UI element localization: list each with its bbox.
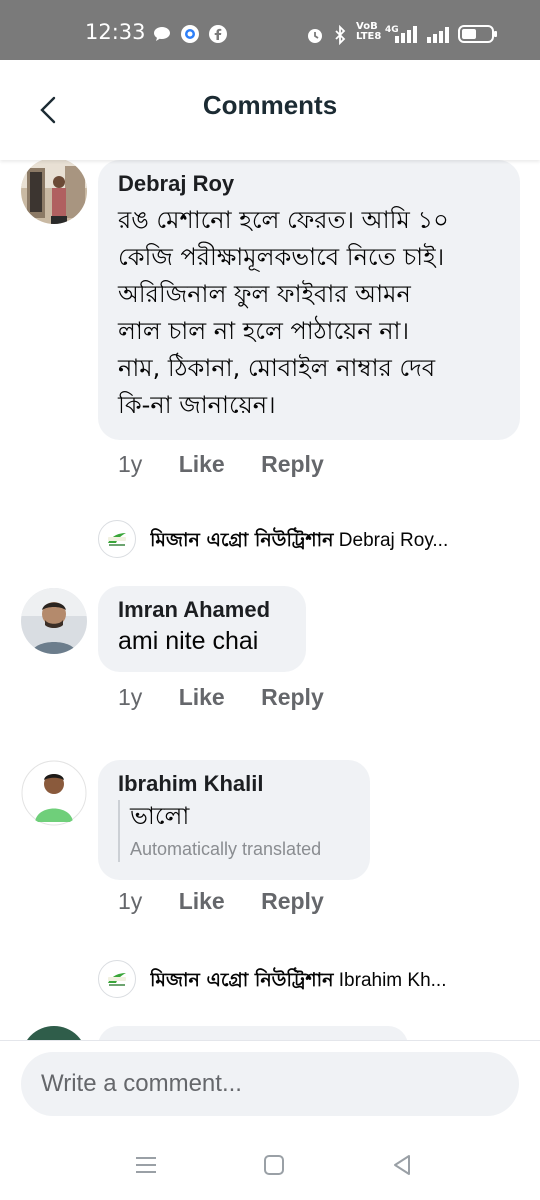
reply-button[interactable]: Reply [261, 684, 324, 711]
translation-note[interactable]: Automatically translated [130, 836, 350, 862]
reply-page-name[interactable]: মিজান এগ্রো নিউট্রিশান [150, 529, 334, 551]
translated-block: ভালো Automatically translated [118, 800, 350, 862]
chat-bubble-icon [154, 27, 170, 41]
comment-composer [0, 1040, 540, 1130]
signal-4g-icon: 4G [385, 25, 417, 43]
like-button[interactable]: Like [179, 684, 225, 711]
comment-author[interactable]: Debraj Roy [118, 170, 500, 198]
comment-input[interactable] [21, 1052, 519, 1116]
comment-bubble[interactable]: Ibrahim Khalil ভালো Automatically transl… [98, 760, 370, 880]
avatar[interactable] [21, 1026, 87, 1040]
reply-preview[interactable]: মিজান এগ্রো নিউট্রিশান Ibrahim Kh... [98, 960, 528, 1000]
reply-button[interactable]: Reply [261, 888, 324, 915]
volte-icon: VoB LTE8 [356, 21, 382, 42]
battery-icon [458, 25, 497, 43]
reply-preview[interactable]: মিজান এগ্রো নিউট্রিশান Debraj Roy... [98, 520, 528, 560]
reply-text: মিজান এগ্রো নিউট্রিশান Ibrahim Kh... [150, 966, 528, 998]
comment-text-line: কি-না জানায়েন। [118, 391, 276, 419]
status-time: 12:33 [85, 20, 146, 44]
avatar[interactable] [21, 160, 87, 224]
comment-author[interactable]: Ibrahim Khalil [118, 770, 350, 798]
comment-text: ভালো [130, 802, 190, 830]
facebook-icon [209, 25, 227, 43]
comment-text-line: অরিজিনাল ফুল ফাইবার আমন [118, 280, 411, 308]
comments-list[interactable]: Debraj Roy রঙ মেশানো হলে ফেরত। আমি ১০ কে… [0, 160, 540, 1040]
comment-time: 1y [118, 684, 143, 710]
avatar[interactable] [21, 760, 87, 826]
comment-actions: 1y Like Reply [118, 888, 354, 915]
back-triangle-icon[interactable] [387, 1150, 417, 1180]
reply-button[interactable]: Reply [261, 451, 324, 478]
reply-preview-text: Ibrahim Kh... [338, 970, 447, 991]
comment-text-line: নাম, ঠিকানা, মোবাইল নাম্বার দেব [118, 354, 436, 382]
system-nav-bar [0, 1130, 540, 1200]
comment-bubble[interactable] [98, 1026, 408, 1040]
page-avatar[interactable] [98, 520, 136, 558]
reply-preview-text: Debraj Roy... [338, 530, 449, 551]
comment-time: 1y [118, 451, 143, 477]
page-title: Comments [202, 90, 338, 120]
comment-bubble[interactable]: Debraj Roy রঙ মেশানো হলে ফেরত। আমি ১০ কে… [98, 160, 520, 440]
like-button[interactable]: Like [179, 888, 225, 915]
alarm-icon [308, 29, 322, 43]
bluetooth-icon [335, 25, 346, 45]
signal-icon [427, 27, 449, 43]
comment-text-line: রঙ মেশানো হলে ফেরত। আমি ১০ [118, 206, 449, 234]
reply-page-name[interactable]: মিজান এগ্রো নিউট্রিশান [150, 969, 334, 991]
messenger-icon [181, 25, 199, 43]
comment-time: 1y [118, 888, 143, 914]
comment-actions: 1y Like Reply [118, 684, 354, 711]
status-bar: 12:33 VoB LTE8 4G [0, 0, 540, 60]
comments-header: Comments [0, 60, 540, 160]
page-avatar[interactable] [98, 960, 136, 998]
comment-text-line: লাল চাল না হলে পাঠায়েন না। [118, 317, 410, 345]
comment-actions: 1y Like Reply [118, 451, 354, 478]
svg-text:4G: 4G [385, 25, 399, 35]
comment-text: ami nite chai [118, 627, 259, 655]
like-button[interactable]: Like [179, 451, 225, 478]
comment-author[interactable]: Imran Ahamed [118, 596, 286, 624]
menu-icon[interactable] [131, 1150, 161, 1180]
avatar[interactable] [21, 588, 87, 654]
reply-text: মিজান এগ্রো নিউট্রিশান Debraj Roy... [150, 526, 528, 558]
home-square-icon[interactable] [259, 1150, 289, 1180]
comment-text-line: কেজি পরীক্ষামূলকভাবে নিতে চাই। [118, 243, 445, 271]
comment-bubble[interactable]: Imran Ahamed ami nite chai [98, 586, 306, 672]
